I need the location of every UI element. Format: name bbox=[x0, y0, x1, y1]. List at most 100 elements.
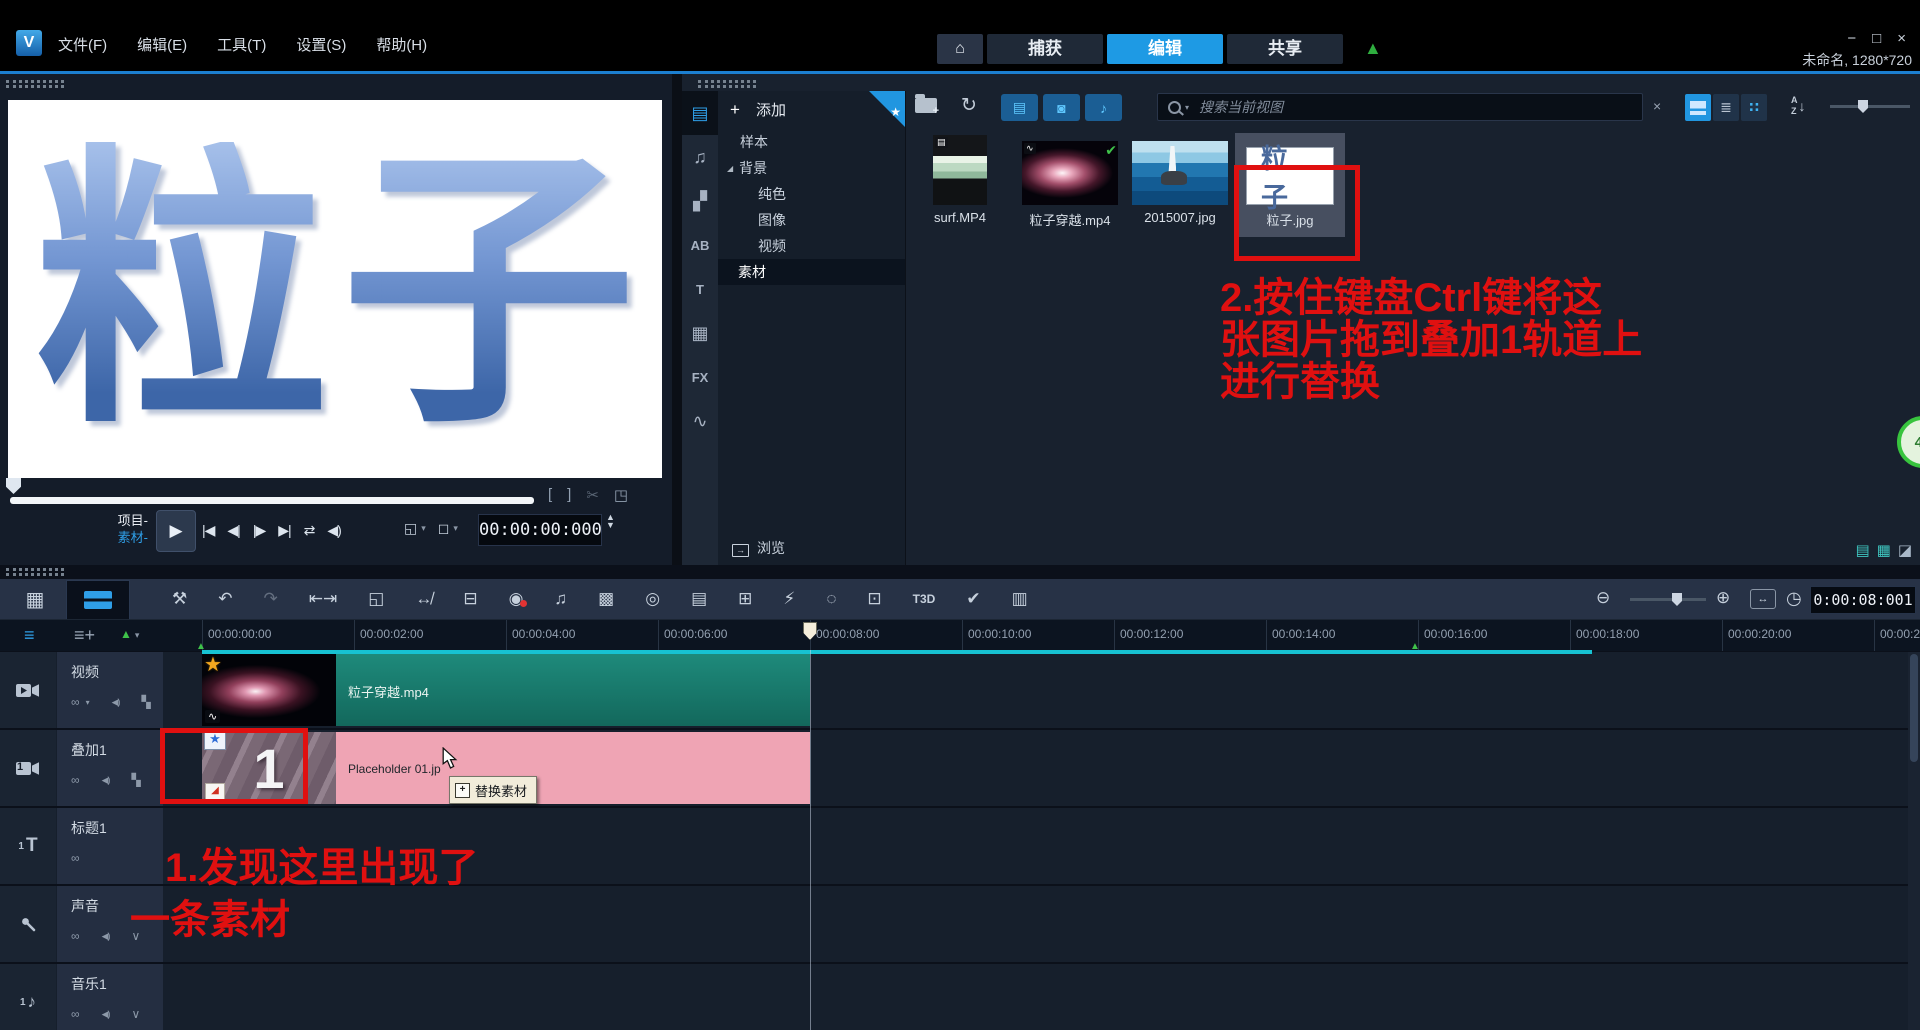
import-folder-icon[interactable] bbox=[915, 94, 939, 117]
tab-home[interactable]: ⌂ bbox=[937, 34, 983, 64]
timeline-scrollbar[interactable] bbox=[1908, 652, 1920, 1030]
minimize-button[interactable]: − bbox=[1847, 30, 1856, 47]
preview-timecode[interactable]: 00:00:00:000 bbox=[478, 514, 602, 546]
graphic-library-icon[interactable]: ▦ bbox=[682, 311, 718, 355]
scrubber-handle[interactable] bbox=[6, 478, 21, 494]
filter-video-button[interactable]: ▤ bbox=[1001, 94, 1038, 121]
project-mode-label[interactable]: 项目- bbox=[86, 512, 148, 529]
ruler-options-icon[interactable]: ▲ ▾ bbox=[120, 627, 139, 641]
track-manager-icon[interactable]: ≡ bbox=[24, 625, 35, 646]
tree-item-image[interactable]: 图像 bbox=[718, 207, 905, 233]
media-item-surf[interactable]: ▤ surf.MP4 bbox=[905, 133, 1015, 237]
transparency-icon[interactable]: ▚ bbox=[142, 695, 151, 709]
home-button[interactable]: |◀ bbox=[202, 522, 215, 539]
panel-drag-handle[interactable] bbox=[6, 80, 64, 88]
mark-out-icon[interactable]: ] bbox=[567, 486, 571, 504]
link-icon[interactable]: ∞ bbox=[71, 1007, 80, 1021]
music-track-header[interactable]: 音乐1 ∞ ◀) ∨ bbox=[57, 964, 163, 1030]
prev-frame-button[interactable]: ◀| bbox=[227, 522, 240, 539]
resize-preview-icon[interactable]: ◻ bbox=[438, 520, 450, 537]
filter-audio-button[interactable]: ♪ bbox=[1085, 94, 1122, 121]
menu-item[interactable]: 工具(T) bbox=[217, 34, 266, 55]
clip-mode-label[interactable]: 素材- bbox=[86, 529, 148, 546]
panel-drag-handle[interactable] bbox=[698, 80, 756, 88]
end-button[interactable]: ▶| bbox=[278, 522, 291, 539]
slider-handle[interactable] bbox=[1672, 593, 1682, 606]
title-track-header[interactable]: 标题1 ∞ bbox=[57, 808, 163, 884]
next-frame-button[interactable]: |▶ bbox=[253, 522, 266, 539]
title-track-icon[interactable]: 1T bbox=[0, 808, 56, 884]
filter-library-icon[interactable]: FX bbox=[682, 355, 718, 399]
menu-item[interactable]: 设置(S) bbox=[296, 34, 346, 55]
list-view-button[interactable]: ≣ bbox=[1713, 94, 1739, 121]
zoom-out-icon[interactable]: ⊖ bbox=[1596, 588, 1610, 608]
add-button[interactable]: + 添加 ★ bbox=[718, 91, 905, 129]
options-panel-icon[interactable]: ◪ bbox=[1898, 541, 1912, 559]
media-item-particle[interactable]: ∿ ✔ 粒子穿越.mp4 bbox=[1015, 133, 1125, 237]
grid-view-button[interactable]: ∷ bbox=[1741, 94, 1767, 121]
title-library-icon[interactable]: T bbox=[682, 267, 718, 311]
duration-clock-icon[interactable]: ◷ bbox=[1786, 588, 1802, 609]
mark-in-icon[interactable]: [ bbox=[548, 486, 552, 504]
video-track-icon[interactable] bbox=[0, 652, 56, 728]
transition-library-icon[interactable]: ▞ bbox=[682, 179, 718, 223]
tree-item-solid-color[interactable]: 纯色 bbox=[718, 181, 905, 207]
slider-handle[interactable] bbox=[1858, 100, 1868, 113]
tree-item-video[interactable]: 视频 bbox=[718, 233, 905, 259]
mute-icon[interactable]: ◀) bbox=[102, 775, 111, 786]
zoom-in-icon[interactable]: ⊕ bbox=[1716, 588, 1730, 608]
menu-item[interactable]: 编辑(E) bbox=[137, 34, 187, 55]
sort-button[interactable]: AZ ↓ bbox=[1791, 95, 1806, 117]
ab-transition-icon[interactable]: AB bbox=[682, 223, 718, 267]
panel-divider[interactable] bbox=[672, 74, 682, 565]
scrollbar-thumb[interactable] bbox=[1910, 654, 1918, 762]
overlay-track-icon[interactable]: 1 bbox=[0, 730, 56, 806]
mute-icon[interactable]: ◀) bbox=[102, 931, 111, 942]
media-library-icon[interactable]: ▤ bbox=[682, 91, 718, 135]
filter-image-button[interactable]: ◙ bbox=[1043, 94, 1080, 121]
restore-button[interactable]: □ bbox=[1872, 30, 1881, 47]
spin-down-icon[interactable]: ▼ bbox=[606, 521, 615, 530]
timecode-spinner[interactable]: ▲ ▼ bbox=[606, 513, 615, 530]
split-icon[interactable]: ✂ bbox=[586, 486, 599, 504]
video-track-header[interactable]: 视频 ∞ ▾ ◀) ▚ bbox=[57, 652, 163, 728]
thumbnail-view-button[interactable] bbox=[1685, 94, 1711, 121]
link-icon[interactable]: ∞ bbox=[71, 773, 80, 787]
link-icon[interactable]: ∞ bbox=[71, 851, 80, 865]
music-track-icon[interactable]: 1 ♪ bbox=[0, 964, 56, 1030]
timeline-ruler[interactable]: ≡ ≡+ ▲ ▾ 00:00:00:00 00:00:02:00 00:00:04:0… bbox=[0, 619, 1920, 651]
search-input[interactable]: ▾ 搜索当前视图 bbox=[1157, 93, 1643, 121]
search-clear-icon[interactable]: × bbox=[1653, 98, 1661, 114]
browse-button[interactable]: → 浏览 bbox=[718, 538, 919, 562]
menu-item[interactable]: 帮助(H) bbox=[376, 34, 427, 55]
transparency-icon[interactable]: ▚ bbox=[131, 773, 140, 787]
volume-button[interactable]: ◀) bbox=[327, 522, 341, 539]
timeline-timecode[interactable]: 0:00:08:001 bbox=[1810, 586, 1916, 614]
scrubber-bar[interactable] bbox=[10, 497, 534, 504]
panel-drag-handle[interactable] bbox=[6, 568, 64, 576]
tab-edit[interactable]: 编辑 bbox=[1107, 34, 1223, 64]
tree-item-sample[interactable]: 样本 bbox=[718, 129, 905, 155]
thumbnail-size-slider[interactable] bbox=[1830, 100, 1910, 113]
tree-item-material[interactable]: 素材 bbox=[718, 259, 905, 285]
add-track-icon[interactable]: ≡+ bbox=[74, 625, 95, 646]
play-button[interactable]: ▶ bbox=[156, 510, 196, 552]
grid-panel-icon[interactable]: ▦ bbox=[1877, 541, 1891, 559]
mute-icon[interactable]: ◀) bbox=[112, 697, 121, 708]
link-icon[interactable]: ∞ bbox=[71, 695, 80, 709]
mute-icon[interactable]: ◀) bbox=[102, 1009, 111, 1020]
snapshot-icon[interactable]: ◳ bbox=[614, 486, 628, 504]
expand-icon[interactable]: ◢ bbox=[727, 164, 733, 173]
fit-timeline-icon[interactable]: ↔ bbox=[1750, 589, 1776, 609]
close-button[interactable]: × bbox=[1897, 30, 1906, 47]
library-panel-icon[interactable]: ▤ bbox=[1855, 541, 1869, 559]
tree-item-background[interactable]: ◢ 背景 bbox=[718, 155, 905, 181]
export-arrow-icon[interactable]: ▲ bbox=[1364, 38, 1382, 59]
video-clip[interactable]: ★ ∿ 粒子穿越.mp4 bbox=[202, 654, 810, 726]
audio-library-icon[interactable]: ♫ bbox=[682, 135, 718, 179]
tab-capture[interactable]: 捕获 bbox=[987, 34, 1103, 64]
link-icon[interactable]: ∞ bbox=[71, 929, 80, 943]
tab-share[interactable]: 共享 bbox=[1227, 34, 1343, 64]
sync-icon[interactable]: ↻ bbox=[961, 94, 977, 117]
enlarge-preview-icon[interactable]: ◱ bbox=[404, 520, 417, 537]
